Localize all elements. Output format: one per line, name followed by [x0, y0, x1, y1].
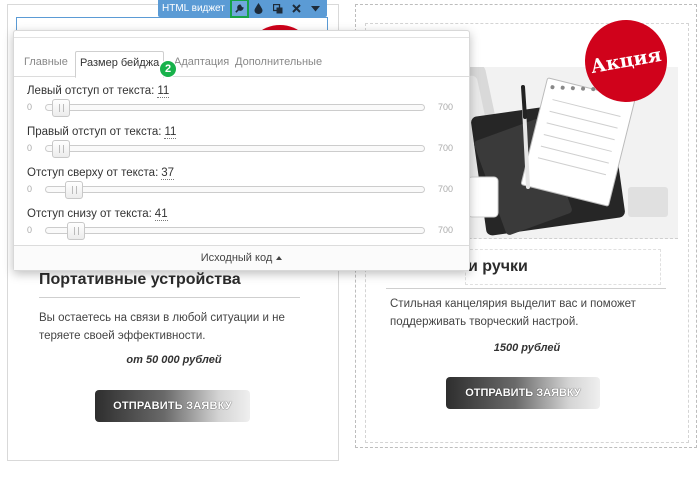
- setting-label: Правый отступ от текста: 11: [27, 126, 177, 139]
- product-title: и ручки: [468, 258, 528, 275]
- drop-icon[interactable]: [249, 0, 268, 17]
- slider-handle[interactable]: [51, 140, 70, 158]
- slider-track[interactable]: [45, 99, 425, 117]
- copy-icon[interactable]: [268, 0, 287, 17]
- setting-value[interactable]: 37: [161, 167, 175, 180]
- setting-top-padding: Отступ сверху от текста: 37 0 700: [14, 167, 469, 207]
- product-price: 1500 рублей: [493, 342, 561, 354]
- tab-adaptation[interactable]: Адаптация: [174, 56, 229, 68]
- setting-label: Отступ сверху от текста: 37: [27, 167, 175, 180]
- slider-max: 700: [438, 143, 454, 153]
- title-divider: [386, 288, 666, 289]
- setting-left-padding: Левый отступ от текста: 11 0 700: [14, 85, 469, 125]
- slider-track[interactable]: [45, 181, 425, 199]
- send-request-button[interactable]: ОТПРАВИТЬ ЗАЯВКУ: [446, 377, 600, 409]
- tab-main[interactable]: Главные: [24, 56, 68, 68]
- slider-min: 0: [27, 225, 33, 235]
- product-price: от 50 000 рублей: [126, 354, 222, 366]
- product-description: Стильная канцелярия выделит вас и поможе…: [390, 298, 636, 328]
- title-divider: [39, 297, 300, 298]
- slider-min: 0: [27, 143, 33, 153]
- source-code-label: Исходный код: [200, 252, 273, 264]
- setting-right-padding: Правый отступ от текста: 11 0 700: [14, 126, 469, 166]
- product-title: Портативные устройства: [39, 271, 241, 288]
- settings-tabs: Главные Размер бейджа Адаптация Дополнит…: [14, 51, 469, 78]
- slider-max: 700: [438, 102, 454, 112]
- page: Портативные устройства Вы остаетесь на с…: [0, 0, 697, 478]
- product-description: Вы остаетесь на связи в любой ситуации и…: [39, 312, 285, 342]
- setting-value[interactable]: 11: [164, 126, 177, 139]
- send-request-button[interactable]: ОТПРАВИТЬ ЗАЯВКУ: [95, 390, 250, 422]
- source-code-toggle[interactable]: Исходный код: [14, 245, 469, 270]
- tab-badge-size[interactable]: Размер бейджа: [75, 51, 165, 78]
- slider-min: 0: [27, 184, 33, 194]
- caret-up-icon: [276, 256, 283, 260]
- tab-additional[interactable]: Дополнительные: [235, 56, 322, 68]
- widget-toolbar: HTML виджет: [158, 0, 327, 18]
- wrench-icon[interactable]: [230, 0, 249, 18]
- product-title-box: и ручки: [465, 249, 661, 285]
- widget-type-label: HTML виджет: [162, 3, 225, 14]
- setting-label: Отступ снизу от текста: 41: [27, 208, 168, 221]
- setting-bottom-padding: Отступ снизу от текста: 41 0 700: [14, 208, 469, 248]
- slider-max: 700: [438, 225, 454, 235]
- slider-handle[interactable]: [67, 222, 86, 240]
- setting-value[interactable]: 41: [154, 208, 168, 221]
- caret-down-icon[interactable]: [306, 0, 325, 17]
- slider-handle[interactable]: [65, 181, 84, 199]
- setting-value[interactable]: 11: [157, 85, 170, 98]
- popup-top-divider: [14, 37, 469, 38]
- close-icon[interactable]: [287, 0, 306, 17]
- slider-min: 0: [27, 102, 33, 112]
- slider-track[interactable]: [45, 140, 425, 158]
- setting-label: Левый отступ от текста: 11: [27, 85, 170, 98]
- step-marker: 2: [159, 60, 177, 78]
- slider-track[interactable]: [45, 222, 425, 240]
- slider-max: 700: [438, 184, 454, 194]
- widget-settings-popup: Главные Размер бейджа Адаптация Дополнит…: [13, 30, 470, 271]
- slider-handle[interactable]: [51, 99, 70, 117]
